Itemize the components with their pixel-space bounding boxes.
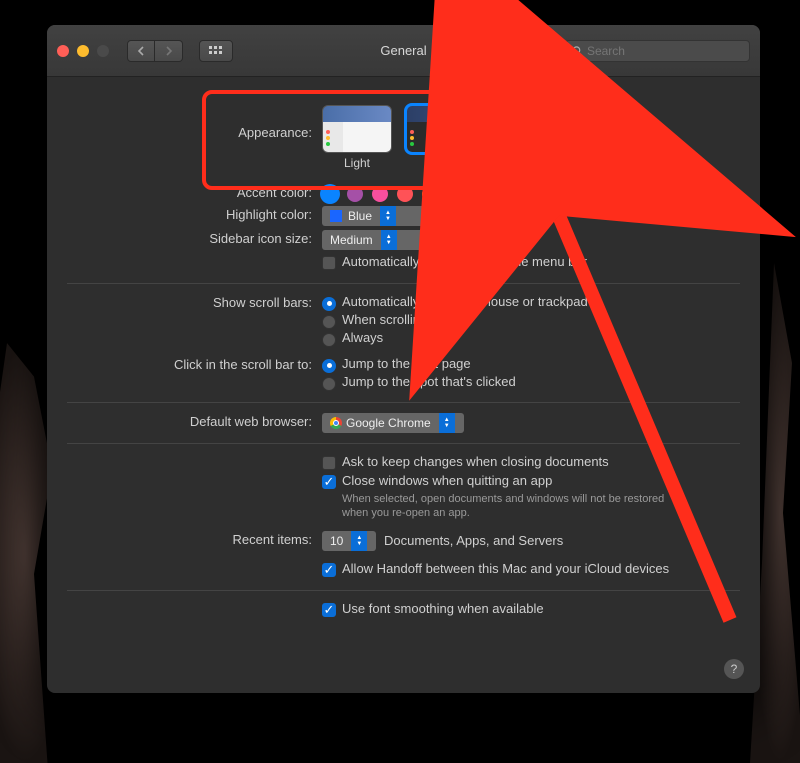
accent-swatch-yellow[interactable] [447, 186, 463, 202]
menubar-autohide-label: Automatically hide and show the menu bar [342, 254, 587, 269]
chrome-icon [330, 417, 342, 429]
scrollbars-label: Show scroll bars: [67, 294, 322, 348]
highlight-color-select[interactable]: Blue ▲▼ [322, 206, 452, 226]
appearance-option-light[interactable]: Light [322, 105, 392, 170]
titlebar: General [47, 25, 760, 77]
scrollclick-label-0: Jump to the next page [342, 356, 471, 371]
recent-items-value: 10 [330, 534, 343, 548]
recent-label: Recent items: [67, 531, 322, 551]
accent-swatch-orange[interactable] [422, 186, 438, 202]
recent-suffix: Documents, Apps, and Servers [384, 533, 563, 548]
appearance-thumb-light [322, 105, 392, 153]
preferences-window: General Appearance: [47, 25, 760, 693]
appearance-option-label: Dark [406, 156, 476, 170]
default-browser-select[interactable]: Google Chrome ▲▼ [322, 413, 464, 433]
preferences-pane: Appearance: [47, 77, 760, 634]
scrollbars-label-1: When scrolling [342, 312, 427, 327]
scrollclick-radio-0[interactable] [322, 359, 336, 373]
ask-keep-changes-label: Ask to keep changes when closing documen… [342, 454, 609, 469]
recent-items-select[interactable]: 10 ▲▼ [322, 531, 376, 551]
scrollclick-group: Jump to the next page Jump to the spot th… [322, 356, 740, 392]
accent-swatch-red[interactable] [397, 186, 413, 202]
separator [67, 402, 740, 403]
highlight-swatch-icon [330, 210, 342, 222]
appearance-options: Light Dark [322, 105, 740, 170]
menubar-autohide-row: Automatically hide and show the menu bar [322, 254, 740, 269]
appearance-option-dark[interactable]: Dark [406, 105, 476, 170]
window-controls [57, 45, 109, 57]
scrollclick-label-1: Jump to the spot that's clicked [342, 374, 516, 389]
appearance-thumb-auto [490, 105, 560, 153]
close-windows-label: Close windows when quitting an app [342, 473, 552, 488]
appearance-option-label: Auto [490, 156, 560, 170]
help-button[interactable]: ? [724, 659, 744, 679]
scrollclick-radio-1[interactable] [322, 377, 336, 391]
appearance-option-auto[interactable]: Auto [490, 105, 560, 170]
sidebar-size-value: Medium [330, 233, 373, 247]
grid-icon [209, 46, 223, 56]
close-windows-help: When selected, open documents and window… [342, 492, 692, 521]
highlight-value: Blue [348, 209, 372, 223]
nav-buttons [127, 40, 183, 62]
accent-swatch-blue[interactable] [322, 186, 338, 202]
zoom-icon[interactable] [97, 45, 109, 57]
highlight-label: Highlight color: [67, 206, 322, 226]
sidebar-size-select[interactable]: Medium ▲▼ [322, 230, 452, 250]
accent-swatch-green[interactable] [472, 186, 488, 202]
accent-swatches [322, 184, 740, 202]
separator [67, 590, 740, 591]
scrollbars-group: Automatically based on mouse or trackpad… [322, 294, 740, 348]
scrollbars-label-0: Automatically based on mouse or trackpad [342, 294, 588, 309]
accent-swatch-graphite[interactable] [497, 186, 513, 202]
close-icon[interactable] [57, 45, 69, 57]
stepper-icon: ▲▼ [439, 413, 455, 433]
ask-keep-changes-checkbox[interactable] [322, 456, 336, 470]
sidebar-size-label: Sidebar icon size: [67, 230, 322, 250]
scrollclick-label: Click in the scroll bar to: [67, 356, 322, 392]
scrollbars-label-2: Always [342, 330, 383, 345]
handoff-label: Allow Handoff between this Mac and your … [342, 561, 669, 576]
separator [67, 443, 740, 444]
scrollbars-radio-2[interactable] [322, 333, 336, 347]
browser-value: Google Chrome [346, 416, 431, 430]
browser-label: Default web browser: [67, 413, 322, 433]
forward-button[interactable] [155, 40, 183, 62]
search-field[interactable] [565, 40, 750, 62]
separator [67, 283, 740, 284]
chevron-right-icon [165, 46, 173, 56]
accent-swatch-pink[interactable] [372, 186, 388, 202]
appearance-thumb-dark [406, 105, 476, 153]
accent-label: Accent color: [67, 184, 322, 202]
search-icon [572, 45, 583, 57]
font-smoothing-label: Use font smoothing when available [342, 601, 544, 616]
scrollbars-radio-0[interactable] [322, 297, 336, 311]
show-all-button[interactable] [199, 40, 233, 62]
search-input[interactable] [587, 44, 743, 58]
stepper-icon: ▲▼ [380, 206, 396, 226]
stepper-icon: ▲▼ [381, 230, 397, 250]
font-smoothing-checkbox[interactable]: ✓ [322, 603, 336, 617]
appearance-option-label: Light [322, 156, 392, 170]
stepper-icon: ▲▼ [351, 531, 367, 551]
back-button[interactable] [127, 40, 155, 62]
menubar-autohide-checkbox[interactable] [322, 256, 336, 270]
appearance-label: Appearance: [67, 105, 322, 170]
scrollbars-radio-1[interactable] [322, 315, 336, 329]
handoff-checkbox[interactable]: ✓ [322, 563, 336, 577]
minimize-icon[interactable] [77, 45, 89, 57]
close-windows-checkbox[interactable]: ✓ [322, 475, 336, 489]
accent-swatch-purple[interactable] [347, 186, 363, 202]
chevron-left-icon [137, 46, 145, 56]
